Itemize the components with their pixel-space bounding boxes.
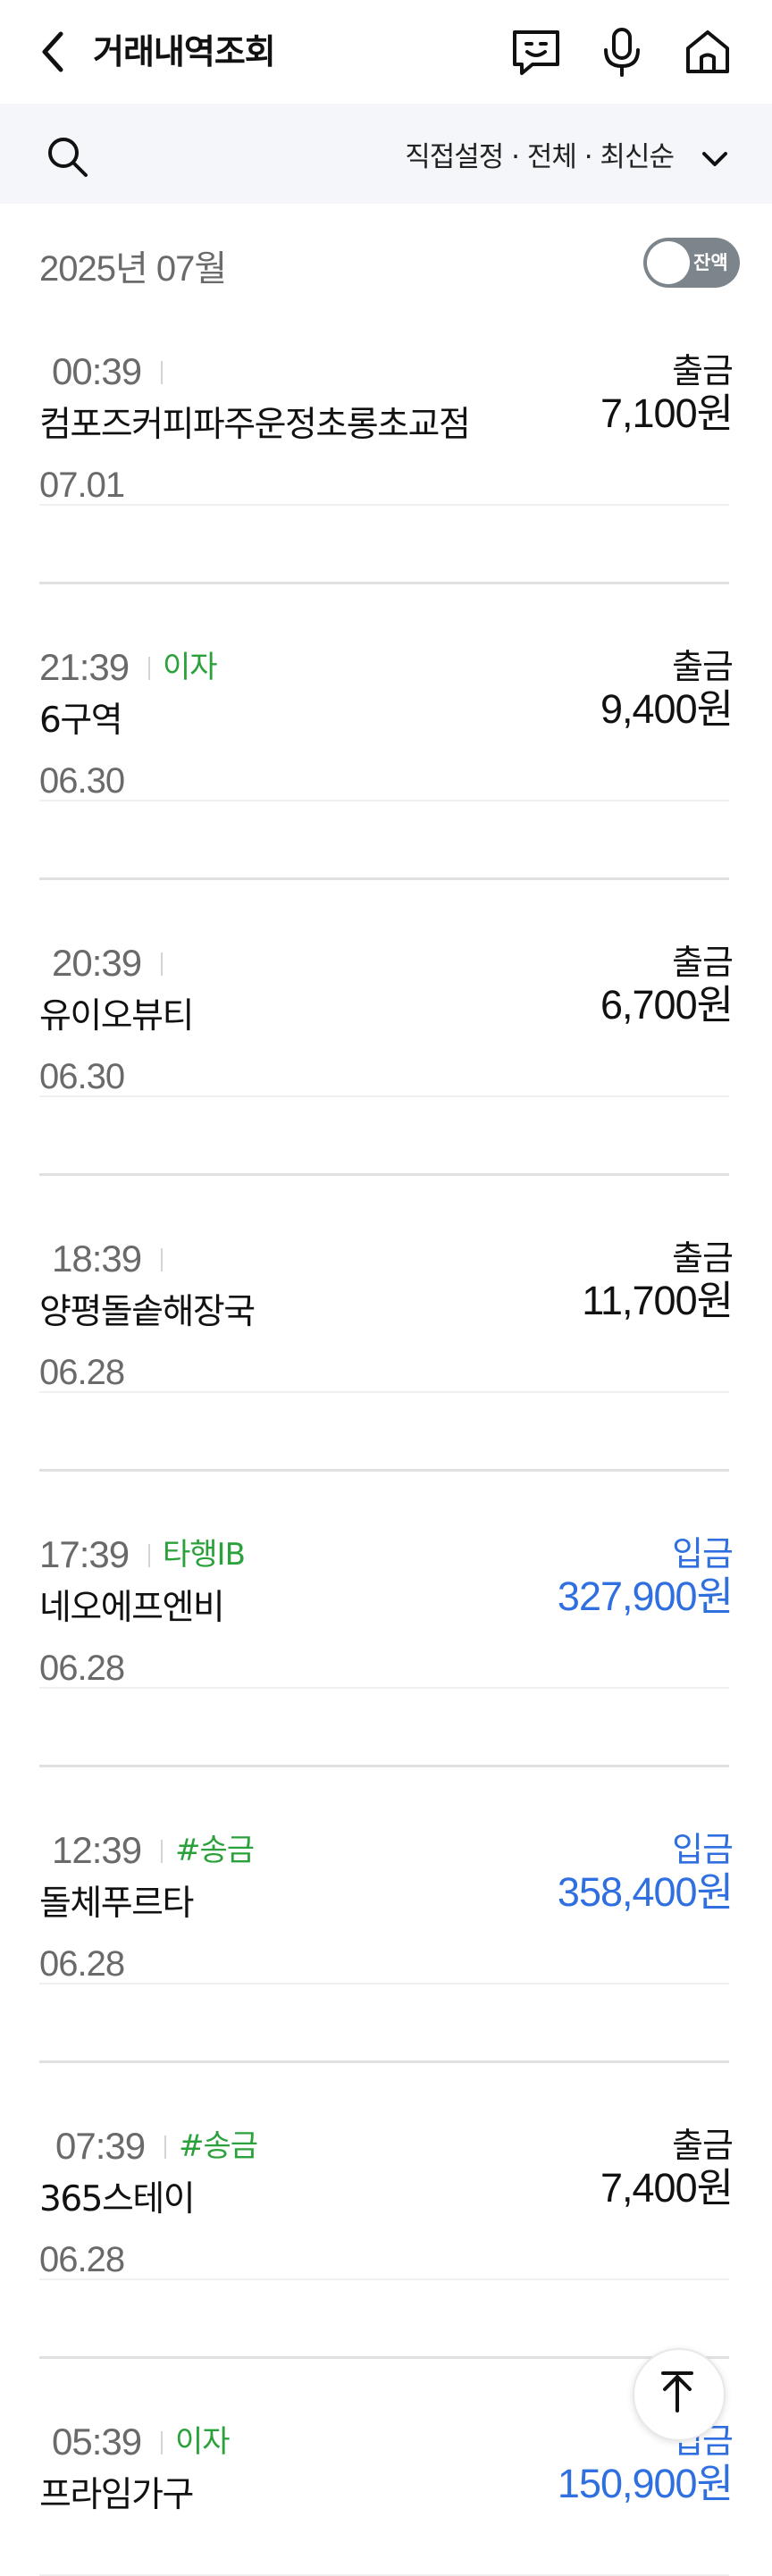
transaction-time: 05:39 <box>52 2421 142 2463</box>
filter-summary-button[interactable]: 직접설정 · 전체 · 최신순 <box>405 134 675 180</box>
row-divider <box>39 800 729 801</box>
app-header: 거래내역조회 <box>0 0 772 104</box>
time-separator <box>161 952 163 976</box>
transaction-type: 출금 <box>672 351 734 390</box>
date-header: 06.28 <box>39 2240 125 2279</box>
date-header: 06.28 <box>39 1353 125 1392</box>
date-header: 06.30 <box>39 1057 125 1096</box>
time-separator <box>164 2135 166 2159</box>
transaction-amount: 150,900원 <box>557 2461 734 2506</box>
merchant-name: 돌체푸르타 <box>39 1884 194 1924</box>
row-divider <box>39 1687 729 1689</box>
transaction-type: 출금 <box>672 2126 734 2165</box>
transaction-tag: 타행IB <box>163 1537 246 1573</box>
filter-dropdown-button[interactable] <box>697 141 733 177</box>
back-arrow-icon <box>42 31 63 72</box>
page-title: 거래내역조회 <box>93 32 276 71</box>
transaction-tag: #송금 <box>179 2128 258 2164</box>
arrow-up-icon <box>661 2371 693 2412</box>
date-divider <box>39 1765 729 1767</box>
time-separator <box>161 1248 163 1271</box>
time-separator <box>161 361 163 384</box>
date-divider <box>39 582 729 584</box>
home-icon <box>686 30 729 73</box>
date-header: 06.28 <box>39 1649 125 1688</box>
transaction-time: 18:39 <box>52 1238 142 1280</box>
chatbot-button[interactable] <box>509 25 563 79</box>
search-icon <box>48 138 88 177</box>
date-header: 06.28 <box>39 1944 125 1984</box>
transaction-amount: 7,400원 <box>600 2165 734 2211</box>
transaction-time: 00:39 <box>52 350 142 392</box>
transaction-amount: 327,900원 <box>557 1573 734 1619</box>
toggle-knob <box>647 241 690 284</box>
transaction-time: 12:39 <box>52 1829 142 1871</box>
time-separator <box>161 1840 163 1863</box>
date-divider <box>39 1173 729 1176</box>
transaction-time: 20:39 <box>52 942 142 984</box>
transaction-row[interactable]: 05:39 이자 프라임가구 입금 150,900원 <box>0 2419 772 2576</box>
transaction-amount: 11,700원 <box>582 1278 734 1323</box>
date-header: 06.30 <box>39 761 125 801</box>
date-divider <box>39 2060 729 2063</box>
merchant-name: 6구역 <box>39 701 123 741</box>
merchant-name: 프라임가구 <box>39 2475 194 2515</box>
transaction-type: 출금 <box>672 647 734 686</box>
transaction-time: 07:39 <box>55 2125 146 2167</box>
balance-toggle-label: 잔액 <box>693 252 728 273</box>
merchant-name: 네오에프엔비 <box>39 1588 225 1628</box>
transaction-tag: 이자 <box>163 650 218 685</box>
merchant-name: 양평돌솥해장국 <box>39 1292 256 1332</box>
row-divider <box>39 2278 729 2280</box>
home-button[interactable] <box>681 25 734 79</box>
transaction-amount: 9,400원 <box>600 686 734 732</box>
date-divider <box>39 877 729 880</box>
transaction-tag: 이자 <box>175 2424 231 2460</box>
transaction-amount: 7,100원 <box>600 390 734 436</box>
row-divider <box>39 1983 729 1984</box>
balance-toggle[interactable]: 잔액 <box>643 238 740 288</box>
voice-search-button[interactable] <box>595 25 649 79</box>
transaction-amount: 358,400원 <box>557 1869 734 1915</box>
chevron-down-icon <box>702 152 727 166</box>
transaction-time: 17:39 <box>39 1533 130 1575</box>
transaction-type: 입금 <box>672 1830 734 1869</box>
date-divider <box>39 2356 729 2359</box>
chatbot-icon <box>513 30 559 75</box>
time-separator <box>148 1544 150 1567</box>
merchant-name: 365스테이 <box>39 2179 196 2219</box>
time-separator <box>161 2431 163 2454</box>
scroll-top-button[interactable] <box>633 2348 726 2441</box>
transaction-time: 21:39 <box>39 646 130 688</box>
search-button[interactable] <box>45 134 91 180</box>
time-separator <box>148 657 150 680</box>
back-button[interactable] <box>36 27 71 77</box>
row-divider <box>39 504 729 506</box>
merchant-name: 유이오뷰티 <box>39 996 194 1036</box>
month-label: 2025년 07월 <box>39 249 227 289</box>
date-header: 07.01 <box>39 466 125 505</box>
transaction-amount: 6,700원 <box>600 982 734 1028</box>
microphone-icon <box>604 28 640 77</box>
transaction-type: 출금 <box>672 1238 734 1278</box>
merchant-name: 컴포즈커피파주운정초롱초교점 <box>39 405 471 445</box>
date-divider <box>39 1469 729 1472</box>
transaction-tag: #송금 <box>175 1833 255 1868</box>
transaction-type: 입금 <box>672 1534 734 1573</box>
row-divider <box>39 1391 729 1393</box>
transaction-type: 출금 <box>672 943 734 982</box>
row-divider <box>39 1095 729 1097</box>
